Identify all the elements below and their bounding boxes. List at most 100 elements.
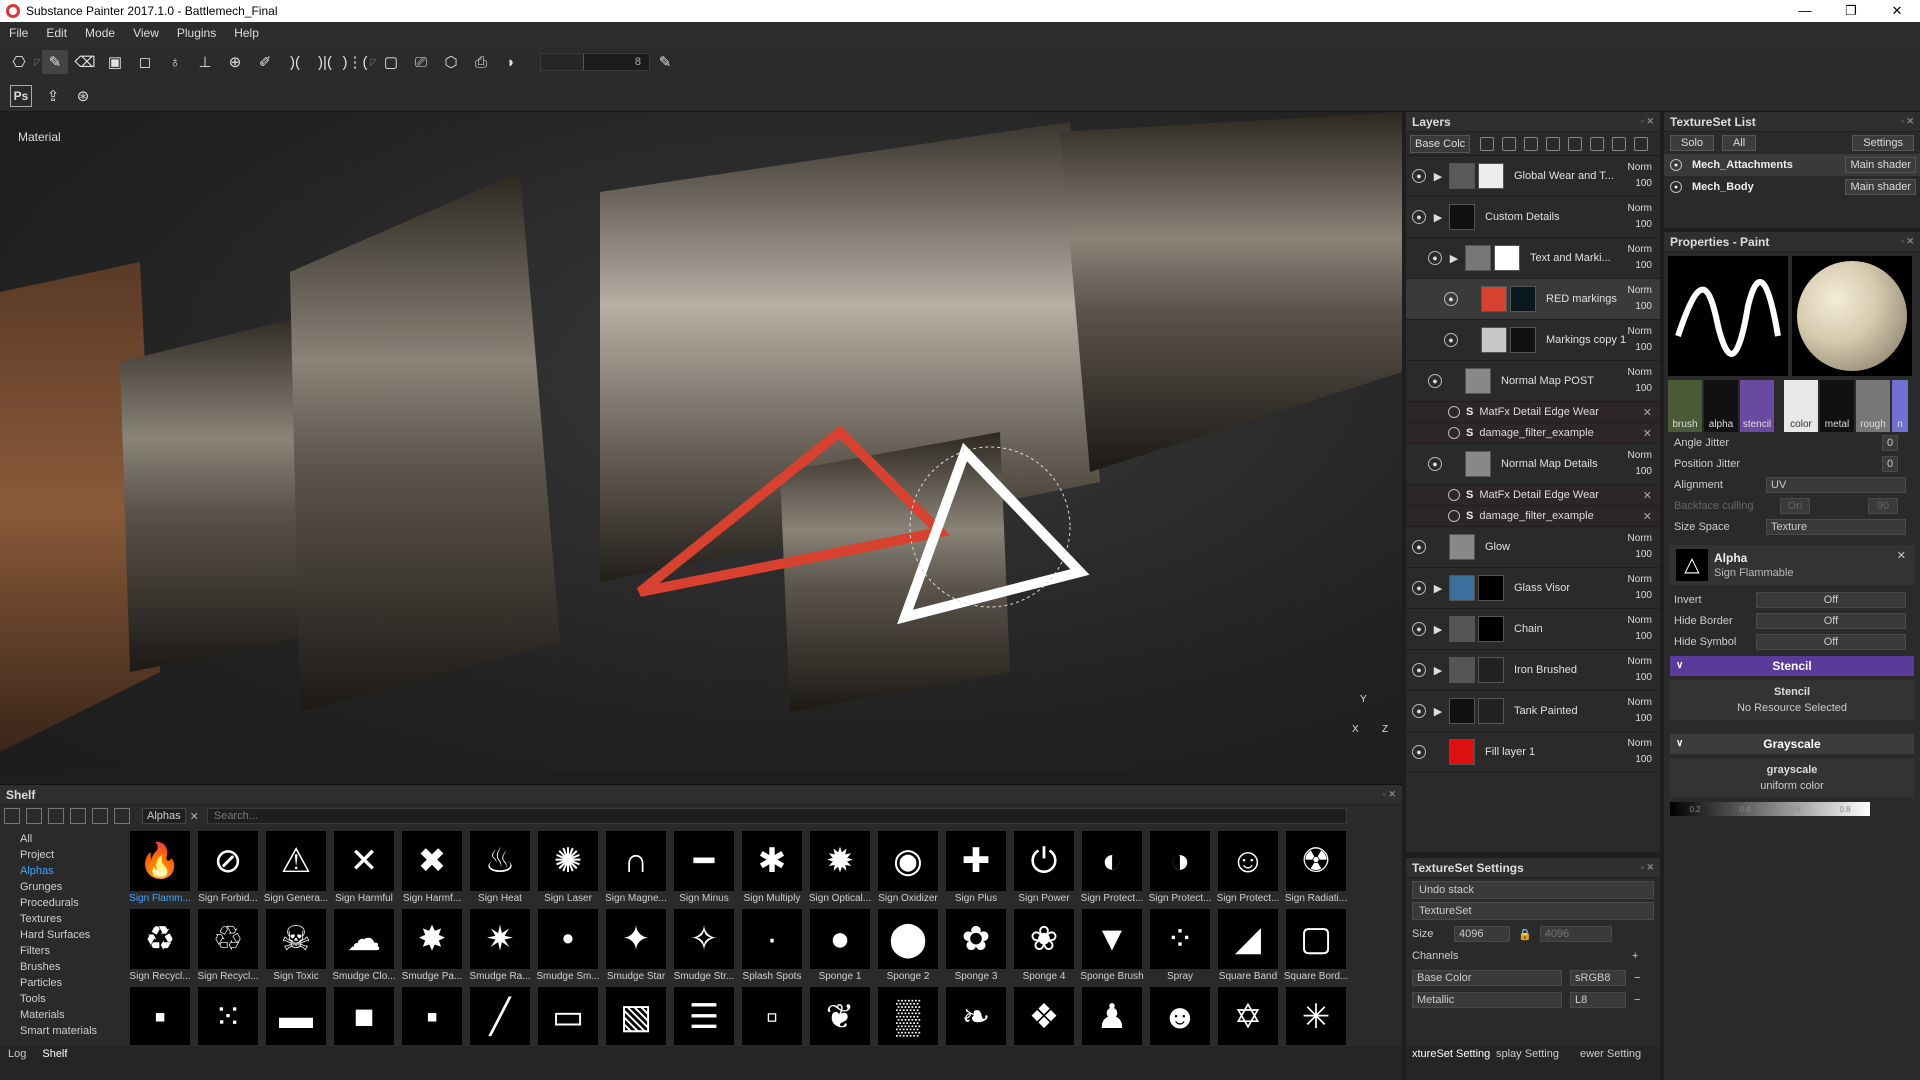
- lock-icon[interactable]: 🔒: [1518, 928, 1532, 941]
- visibility-radio-icon[interactable]: ●: [1670, 159, 1682, 171]
- layer-row[interactable]: ● Normal Map POST Norm 100: [1406, 361, 1660, 402]
- layer-mask-thumbnail[interactable]: [1494, 245, 1520, 271]
- shelf-item[interactable]: ⁘ Spray: [1146, 909, 1214, 987]
- shelf-item[interactable]: ◉ Sign Oxidizer: [874, 831, 942, 909]
- layer-row[interactable]: ● ▶ Tank Painted Norm 100: [1406, 691, 1660, 732]
- all-button[interactable]: All: [1722, 135, 1757, 151]
- shelf-item[interactable]: ✱ Sign Multiply: [738, 831, 806, 909]
- shelf-category-tools[interactable]: Tools: [20, 991, 120, 1007]
- visibility-eye-icon[interactable]: ●: [1412, 745, 1426, 759]
- shelf-item[interactable]: ⁙: [194, 987, 262, 1045]
- remove-channel-icon[interactable]: −: [1634, 994, 1640, 1006]
- layer-mask-thumbnail[interactable]: [1510, 327, 1536, 353]
- shelf-item[interactable]: ☰: [670, 987, 738, 1045]
- visibility-eye-icon[interactable]: ●: [1412, 622, 1426, 636]
- effect-toggle-icon[interactable]: [1448, 406, 1460, 418]
- shelf-item[interactable]: ✖ Sign Harmf...: [398, 831, 466, 909]
- funnel-icon[interactable]: [92, 808, 108, 824]
- visibility-eye-icon[interactable]: ●: [1412, 704, 1426, 718]
- layer-opacity[interactable]: 100: [1628, 670, 1652, 686]
- shelf-item[interactable]: ◑ Sign Protect...: [1146, 831, 1214, 909]
- symmetry-mirror-icon[interactable]: )|(: [312, 50, 338, 74]
- trash-icon[interactable]: [1634, 136, 1649, 151]
- shelf-item[interactable]: ▧: [602, 987, 670, 1045]
- layer-blend-mode[interactable]: Norm: [1628, 736, 1652, 752]
- shelf-item[interactable]: ━ Sign Minus: [670, 831, 738, 909]
- add-mask-icon[interactable]: [1480, 136, 1495, 151]
- shelf-item[interactable]: ✦ Smudge Star: [602, 909, 670, 987]
- backface-culling-toggle[interactable]: On: [1780, 497, 1810, 514]
- settings-icon[interactable]: [70, 808, 86, 824]
- shelf-search-input[interactable]: Search...: [206, 808, 1347, 824]
- folder-toggle-icon[interactable]: ▶: [1430, 582, 1446, 595]
- layer-blend-mode[interactable]: Norm: [1628, 654, 1652, 670]
- layer-opacity[interactable]: 100: [1628, 217, 1652, 233]
- layer-opacity[interactable]: 100: [1628, 340, 1652, 356]
- mech-model-render[interactable]: Y X Z: [0, 112, 1402, 772]
- shelf-category-procedurals[interactable]: Procedurals: [20, 895, 120, 911]
- camera-icon[interactable]: ⎚: [408, 50, 434, 74]
- menu-plugins[interactable]: Plugins: [168, 26, 225, 40]
- shelf-category-grunges[interactable]: Grunges: [20, 879, 120, 895]
- visibility-eye-icon[interactable]: ●: [1412, 581, 1426, 595]
- visibility-eye-icon[interactable]: ●: [1428, 457, 1442, 471]
- menu-file[interactable]: File: [0, 26, 37, 40]
- layer-opacity[interactable]: 100: [1628, 711, 1652, 727]
- close-button[interactable]: ✕: [1874, 0, 1920, 22]
- shelf-item[interactable]: ♲ Sign Recycl...: [194, 909, 262, 987]
- effect-toggle-icon[interactable]: [1448, 489, 1460, 501]
- photoshop-export-icon[interactable]: Ps: [10, 84, 32, 107]
- tab-viewer-settings[interactable]: ewer Setting: [1574, 1048, 1658, 1080]
- shelf-item[interactable]: ✕ Sign Harmful: [330, 831, 398, 909]
- layer-opacity[interactable]: 100: [1628, 381, 1652, 397]
- iray-icon[interactable]: ◗: [498, 50, 524, 74]
- shelf-item[interactable]: ▢ Square Bord...: [1282, 909, 1350, 987]
- tab-shelf[interactable]: Shelf: [42, 1048, 67, 1060]
- shader-dropdown[interactable]: Main shader: [1845, 179, 1916, 195]
- add-effect-icon[interactable]: [1502, 136, 1517, 151]
- color-picker-icon[interactable]: ✐: [252, 50, 278, 74]
- shelf-item[interactable]: ▪: [398, 987, 466, 1045]
- layer-blend-opacity[interactable]: Norm 100: [1628, 736, 1652, 768]
- shelf-item[interactable]: ♨ Sign Heat: [466, 831, 534, 909]
- effect-row[interactable]: Sdamage_filter_example ✕: [1406, 423, 1660, 444]
- layer-opacity[interactable]: 100: [1628, 547, 1652, 563]
- layer-blend-mode[interactable]: Norm: [1628, 365, 1652, 381]
- hide-border-toggle[interactable]: Off: [1756, 612, 1906, 629]
- shelf-item[interactable]: ▼ Sponge Brush: [1078, 909, 1146, 987]
- shelf-category-brushes[interactable]: Brushes: [20, 959, 120, 975]
- shelf-item[interactable]: ❖: [1010, 987, 1078, 1045]
- edit-pencil-icon[interactable]: ✎: [652, 50, 678, 74]
- shelf-item[interactable]: ❧: [942, 987, 1010, 1045]
- layer-row[interactable]: ● ▶ Chain Norm 100: [1406, 609, 1660, 650]
- remove-channel-icon[interactable]: −: [1634, 972, 1640, 984]
- shelf-item[interactable]: • Smudge Sm...: [534, 909, 602, 987]
- shelf-item[interactable]: ✿ Sponge 3: [942, 909, 1010, 987]
- shelf-item[interactable]: ✡: [1214, 987, 1282, 1045]
- layer-blend-opacity[interactable]: Norm 100: [1628, 365, 1652, 397]
- shelf-item[interactable]: ✺ Sign Laser: [534, 831, 602, 909]
- layer-blend-mode[interactable]: Norm: [1628, 242, 1652, 258]
- clone-stamp-icon[interactable]: ⊥: [192, 50, 218, 74]
- channel-dropdown[interactable]: Base Colc: [1410, 134, 1471, 153]
- shelf-item[interactable]: · Splash Spots: [738, 909, 806, 987]
- solo-button[interactable]: Solo: [1670, 135, 1715, 151]
- shelf-item[interactable]: ✹ Sign Optical...: [806, 831, 874, 909]
- shelf-item[interactable]: ⏻ Sign Power: [1010, 831, 1078, 909]
- menu-help[interactable]: Help: [225, 26, 268, 40]
- layer-mask-thumbnail[interactable]: [1478, 163, 1504, 189]
- invert-toggle[interactable]: Off: [1756, 591, 1906, 608]
- folder-toggle-icon[interactable]: ▶: [1430, 705, 1446, 718]
- substance-logo-icon[interactable]: ⎔: [6, 50, 32, 74]
- layer-blend-opacity[interactable]: Norm 100: [1628, 613, 1652, 645]
- folder-toggle-icon[interactable]: ▶: [1446, 252, 1462, 265]
- layer-blend-mode[interactable]: Norm: [1628, 201, 1652, 217]
- layer-mask-thumbnail[interactable]: [1510, 286, 1536, 312]
- shelf-category-filters[interactable]: Filters: [20, 943, 120, 959]
- stencil-block[interactable]: Stencil No Resource Selected: [1670, 680, 1914, 720]
- alpha-slot[interactable]: alpha: [1704, 380, 1738, 432]
- remove-effect-icon[interactable]: ✕: [1643, 427, 1652, 440]
- menu-mode[interactable]: Mode: [76, 26, 124, 40]
- geometry-mask-icon[interactable]: ◻: [132, 50, 158, 74]
- layer-blend-opacity[interactable]: Norm 100: [1628, 324, 1652, 356]
